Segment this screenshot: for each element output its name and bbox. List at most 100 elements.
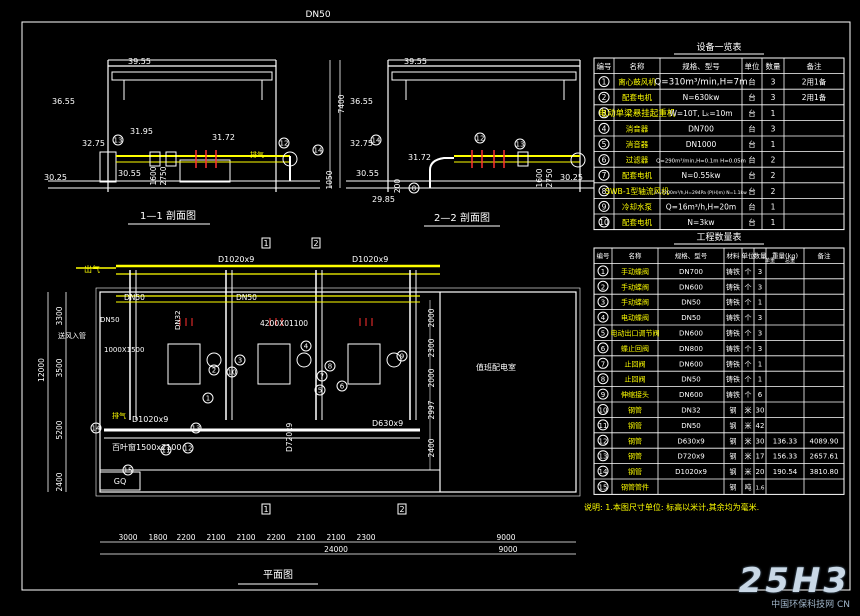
blower-equipment [179,159,231,183]
table-cell: 1 [771,218,776,227]
table-cell: 个 [745,391,752,399]
dimension-label: 2997 [427,400,436,419]
table-cell: 9 [601,391,605,399]
callout-number: 9 [400,353,404,361]
table-cell: 1 [758,299,762,307]
table-cell: 3 [758,268,762,276]
dimension-label: 1600 [149,166,158,185]
table-cell: 钢管管件 [621,483,649,492]
pipe-label: DN50 [124,293,145,302]
blower-unit [347,343,381,385]
table-cell: DN600 [679,283,703,291]
table-cell: 2 [771,156,776,165]
table-cell: DN700 [679,268,703,276]
table-cell: DN800 [679,345,703,353]
table-cell: D1020x9 [675,468,707,476]
table-cell: 3 [771,78,776,87]
table-header: 规格、型号 [675,251,708,260]
table-cell: 铸铁 [726,344,740,353]
outer-wall [95,287,581,497]
table-cell: 止回阀 [625,359,646,368]
table-cell: Q=290m³/min,H=0.1m H=0.05m [656,158,746,165]
table-cell: 钢 [730,483,737,492]
watermark-logo: 25H3 [738,561,850,601]
table-cell: 米 [745,467,752,476]
callout-number: 4 [304,343,309,351]
table-cell: 1 [602,78,607,87]
callout-number: 12 [184,445,193,453]
table-cell: 米 [745,421,752,430]
callout-number: 12 [476,135,485,143]
elevation: 30.55 [356,169,379,178]
table-cell: 5 [602,140,607,149]
table-cell: 铸铁 [726,390,740,399]
dimension-label: 2300 [427,338,436,357]
table-cell: 7 [602,171,607,180]
dimension-label: 5200 [55,420,64,439]
site-watermark: 25H3 中国环保科技网 CN [738,561,850,610]
table-cell: 个 [745,345,752,353]
pipe-label: D720x9 [285,422,294,452]
callout-number: 7 [320,373,324,381]
dimension-label: 24000 [324,545,348,554]
table-cell: DN50 [681,376,701,384]
table-cell: 台 [748,108,756,118]
dimension-label: 2200 [266,533,285,542]
pipe-label: 百叶窗1500x2100 [112,442,181,452]
table-cell: 2657.61 [810,453,839,461]
table-cell: 30 [756,437,765,445]
valve [517,151,529,167]
table-subheader: 单重 [765,257,775,264]
pipe-label: D1020x9 [352,255,388,264]
section-marker-label: 2 [313,239,318,248]
table-cell: Q=16m³/h,H=20m [666,202,736,211]
pipe-label: DN32 [174,310,182,330]
callout-number: 1 [206,395,210,403]
elevation: 30.25 [44,173,67,182]
table-cell: 过滤器 [626,155,649,165]
table-cell: 17 [756,453,765,461]
table-cell: 个 [745,330,752,338]
table-cell: DN700 [688,124,714,133]
callout-number: 14 [372,137,381,145]
table-cell: N=0.55kw [681,171,720,180]
dimension-label: 2400 [55,472,64,491]
table-cell: 个 [745,268,752,276]
pipe-label: D630x9 [372,419,403,428]
table-cell: 台 [748,77,756,87]
table-cell: 1 [758,360,762,368]
table-cell: 3 [758,283,762,291]
callout-number: 13 [516,141,525,149]
table-header: 名称 [630,61,645,71]
table-cell: 台 [748,123,756,133]
callout-number: 3 [238,357,242,365]
table-cell: 6 [758,391,763,399]
table-cell: 冷却水泵 [622,201,652,211]
table-cell: 手动蝶阀 [621,282,649,291]
dimension-label: 3300 [55,306,64,325]
table-cell: 42 [756,422,765,430]
table-cell: 手动蝶阀 [621,298,649,307]
callout-number: 14 [314,147,323,155]
table-cell: 配套电机 [622,170,652,180]
table-cell: 个 [745,283,752,291]
dimension-label: 3000 [118,533,137,542]
table-cell: 消音器 [626,139,649,149]
table-cell: 台 [748,186,756,196]
table-cell: 10 [599,218,609,227]
dimension-label: 2300 [356,533,375,542]
table-header: 材料 [727,251,741,260]
pipe-label: 送风入管 [58,331,86,340]
table-cell: 3 [758,345,762,353]
table-header: 单位 [745,61,760,71]
table-cell: W=10T, Lₖ=10m [669,109,732,118]
pipe-label: DN50 [236,293,257,302]
table-header: 名称 [629,251,643,260]
table-cell: 5 [601,330,605,338]
table-cell: 台 [748,92,756,102]
table-cell: D720x9 [677,453,704,461]
building-outline [99,291,577,493]
pipe-label: 排气 [112,411,126,420]
table-cell: 4 [602,124,607,133]
table-cell: 伸缩接头 [621,390,649,399]
